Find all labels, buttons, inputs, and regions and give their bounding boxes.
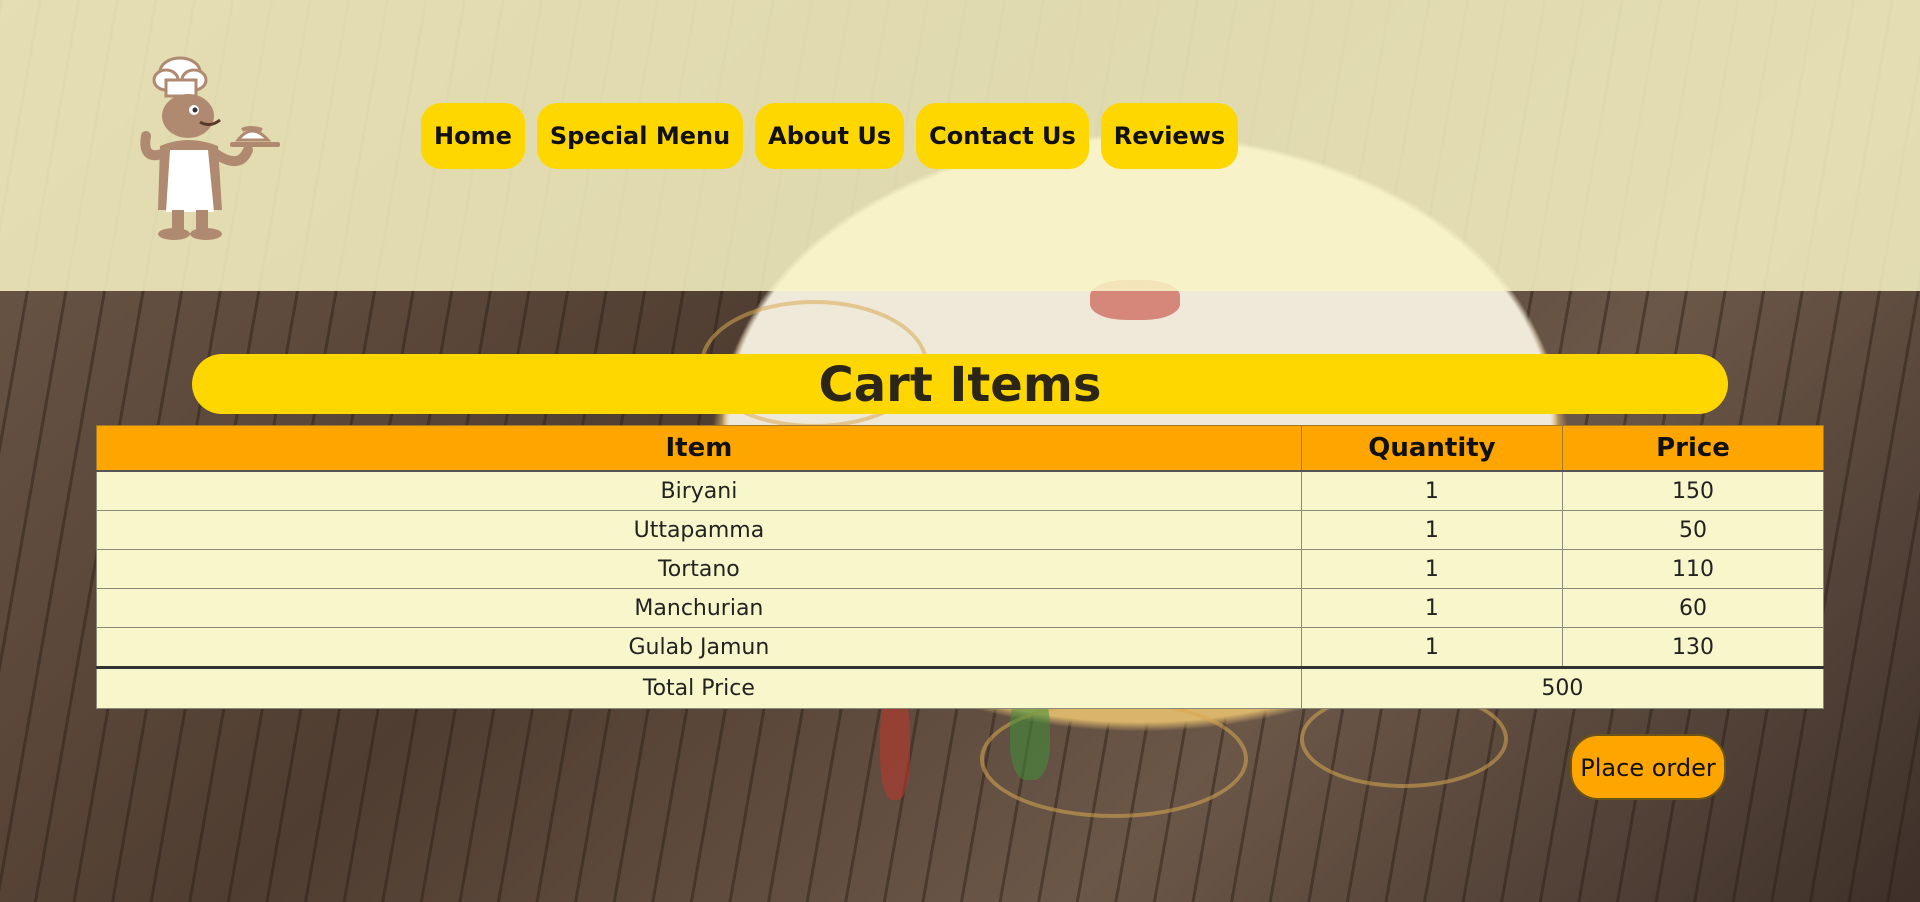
chef-waiter-icon [140, 56, 280, 240]
total-value-cell: 500 [1300, 666, 1825, 709]
nav-special-menu-button[interactable]: Special Menu [536, 103, 744, 169]
item-name-cell: Manchurian [96, 588, 1302, 628]
table-row: Tortano 1 110 [96, 549, 1824, 589]
item-price-cell: 110 [1562, 549, 1824, 589]
table-row: Manchurian 1 60 [96, 588, 1824, 628]
main-nav: Home Special Menu About Us Contact Us Re… [421, 103, 1239, 169]
cart-table: Item Quantity Price Biryani 1 150 Uttapa… [96, 425, 1825, 709]
column-header-item: Item [96, 425, 1302, 472]
nav-contact-us-button[interactable]: Contact Us [916, 103, 1089, 169]
item-name-cell: Biryani [96, 470, 1302, 511]
item-quantity-cell: 1 [1300, 627, 1564, 668]
chef-logo-icon[interactable] [130, 50, 282, 242]
table-row: Gulab Jamun 1 130 [96, 627, 1824, 668]
cart-title: Cart Items [192, 354, 1728, 414]
item-price-cell: 60 [1562, 588, 1824, 628]
nav-home-button[interactable]: Home [421, 103, 525, 169]
nav-reviews-button[interactable]: Reviews [1100, 103, 1239, 169]
place-order-button[interactable]: Place order [1570, 734, 1726, 800]
item-price-cell: 130 [1562, 627, 1824, 668]
item-quantity-cell: 1 [1300, 549, 1564, 589]
table-row: Biryani 1 150 [96, 470, 1824, 511]
item-name-cell: Tortano [96, 549, 1302, 589]
item-quantity-cell: 1 [1300, 588, 1564, 628]
item-quantity-cell: 1 [1300, 510, 1564, 550]
item-name-cell: Gulab Jamun [96, 627, 1302, 668]
total-row: Total Price 500 [96, 666, 1825, 709]
item-price-cell: 50 [1562, 510, 1824, 550]
page: Home Special Menu About Us Contact Us Re… [0, 0, 1920, 902]
nav-about-us-button[interactable]: About Us [755, 103, 905, 169]
total-label-cell: Total Price [96, 666, 1302, 709]
item-quantity-cell: 1 [1300, 470, 1564, 511]
column-header-price: Price [1562, 425, 1824, 472]
site-header: Home Special Menu About Us Contact Us Re… [0, 0, 1920, 291]
item-price-cell: 150 [1562, 470, 1824, 511]
table-header-row: Item Quantity Price [96, 425, 1824, 472]
column-header-quantity: Quantity [1300, 425, 1564, 472]
item-name-cell: Uttapamma [96, 510, 1302, 550]
table-row: Uttapamma 1 50 [96, 510, 1824, 550]
